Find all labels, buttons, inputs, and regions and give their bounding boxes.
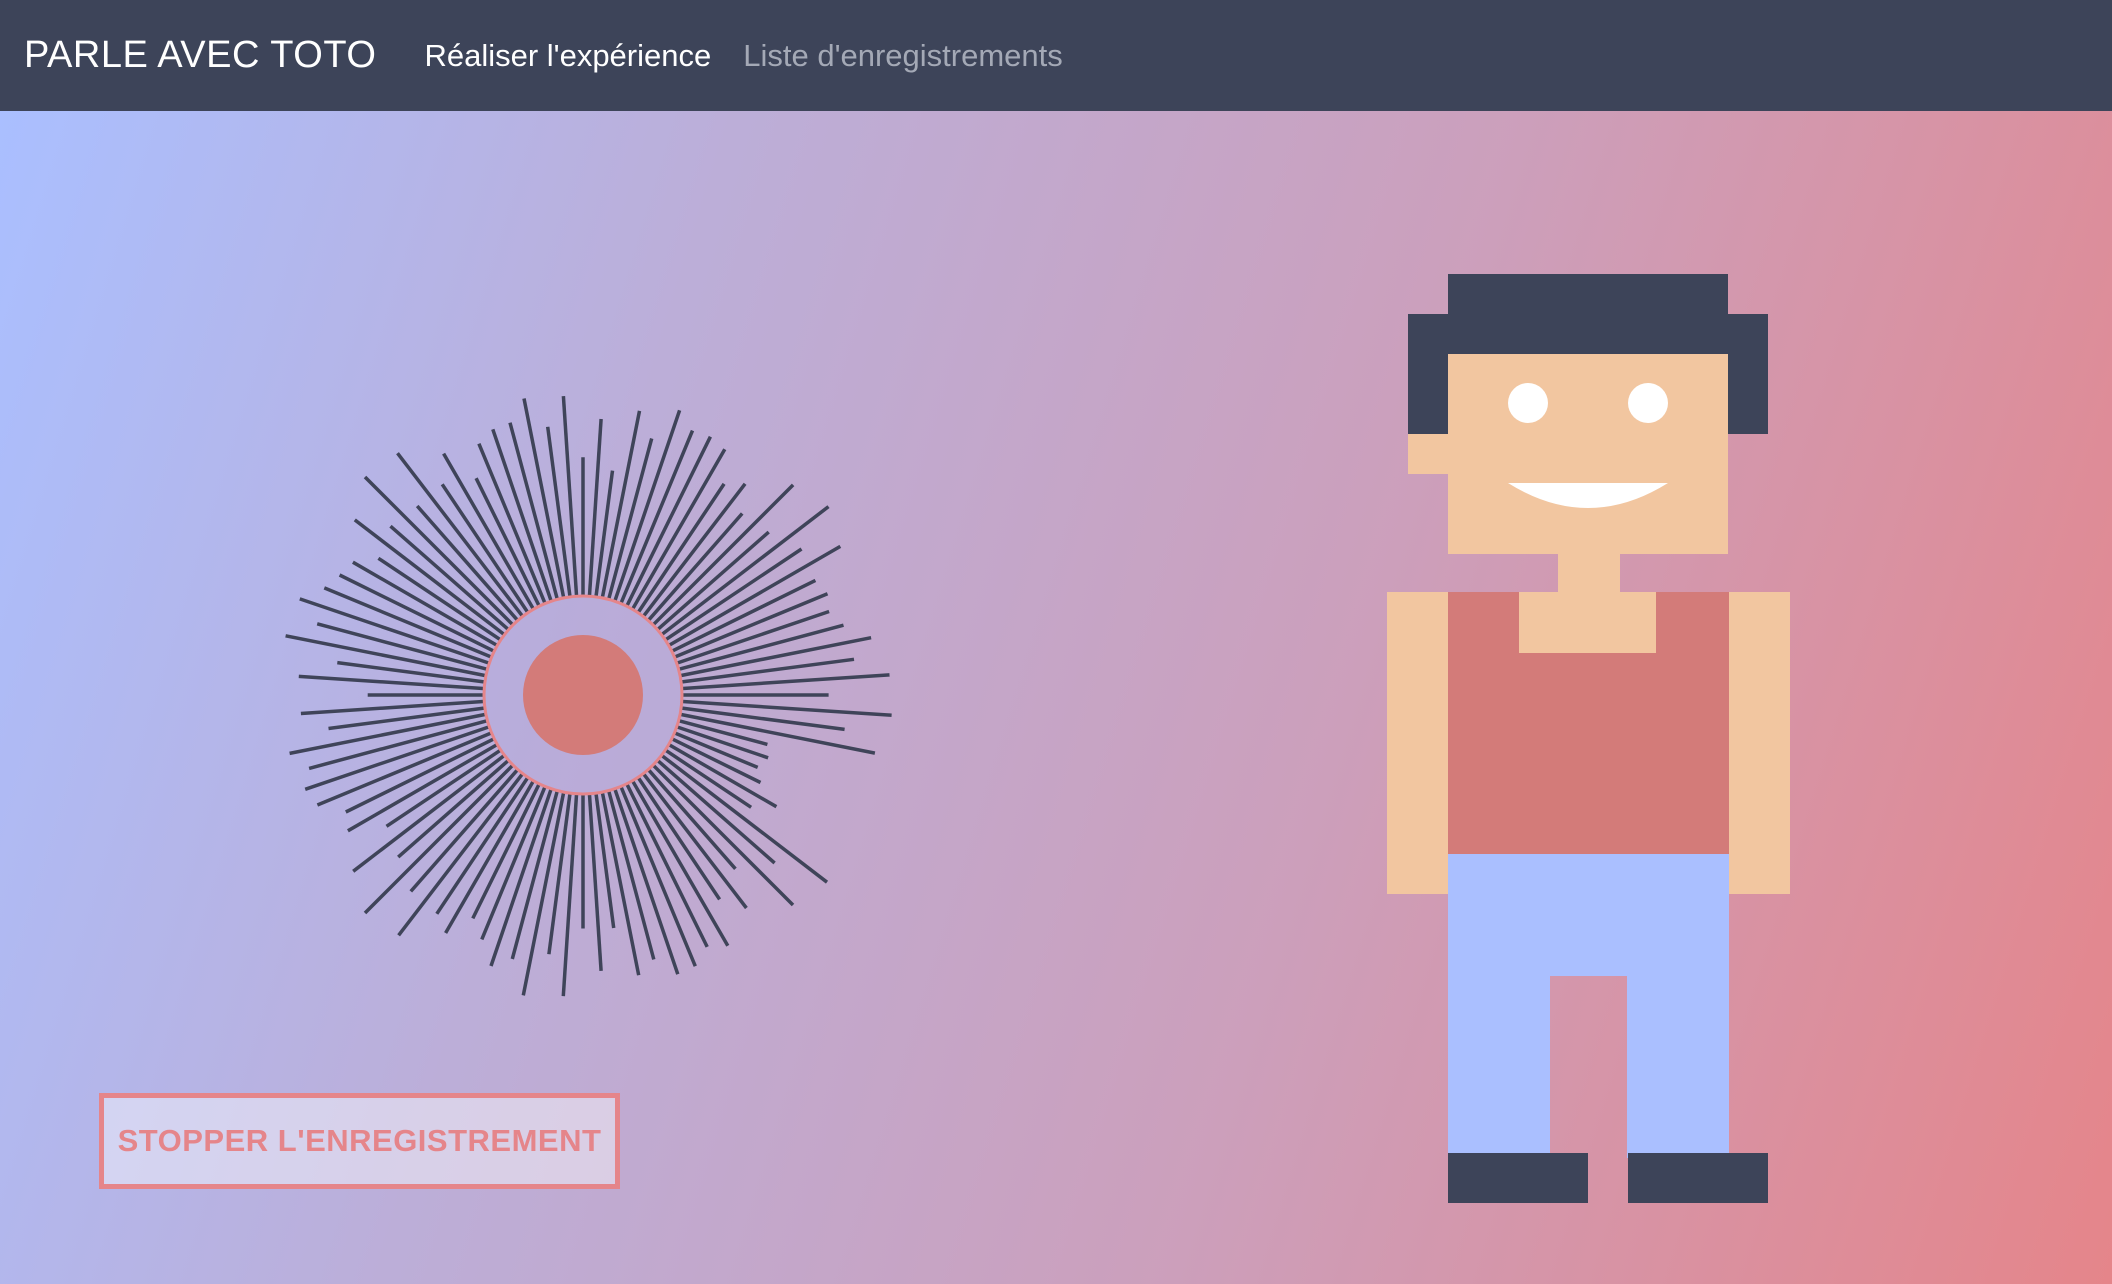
face (1448, 354, 1728, 554)
neck (1558, 554, 1620, 594)
pants-top (1448, 854, 1729, 976)
right-eye-icon (1628, 383, 1668, 423)
left-shoe (1448, 1153, 1588, 1203)
hair-band (1408, 314, 1768, 354)
stop-recording-button[interactable]: STOPPER L'ENREGISTREMENT (99, 1093, 620, 1189)
ear (1408, 434, 1448, 474)
pants-left-leg (1448, 976, 1550, 1158)
experience-stage: STOPPER L'ENREGISTREMENT (0, 111, 2112, 1284)
hair-top (1448, 274, 1728, 314)
nav-link-recordings-list[interactable]: Liste d'enregistrements (743, 38, 1063, 74)
right-arm (1729, 592, 1790, 894)
right-shoe (1628, 1153, 1768, 1203)
collar (1519, 592, 1656, 653)
hair-right (1728, 354, 1768, 434)
nav-link-experience[interactable]: Réaliser l'expérience (424, 38, 711, 74)
left-eye-icon (1508, 383, 1548, 423)
top-navbar: PARLE AVEC TOTO Réaliser l'expérience Li… (0, 0, 2112, 111)
app-brand[interactable]: PARLE AVEC TOTO (24, 34, 376, 77)
hair-left (1408, 354, 1448, 434)
pants-right-leg (1627, 976, 1729, 1158)
left-arm (1387, 592, 1448, 894)
